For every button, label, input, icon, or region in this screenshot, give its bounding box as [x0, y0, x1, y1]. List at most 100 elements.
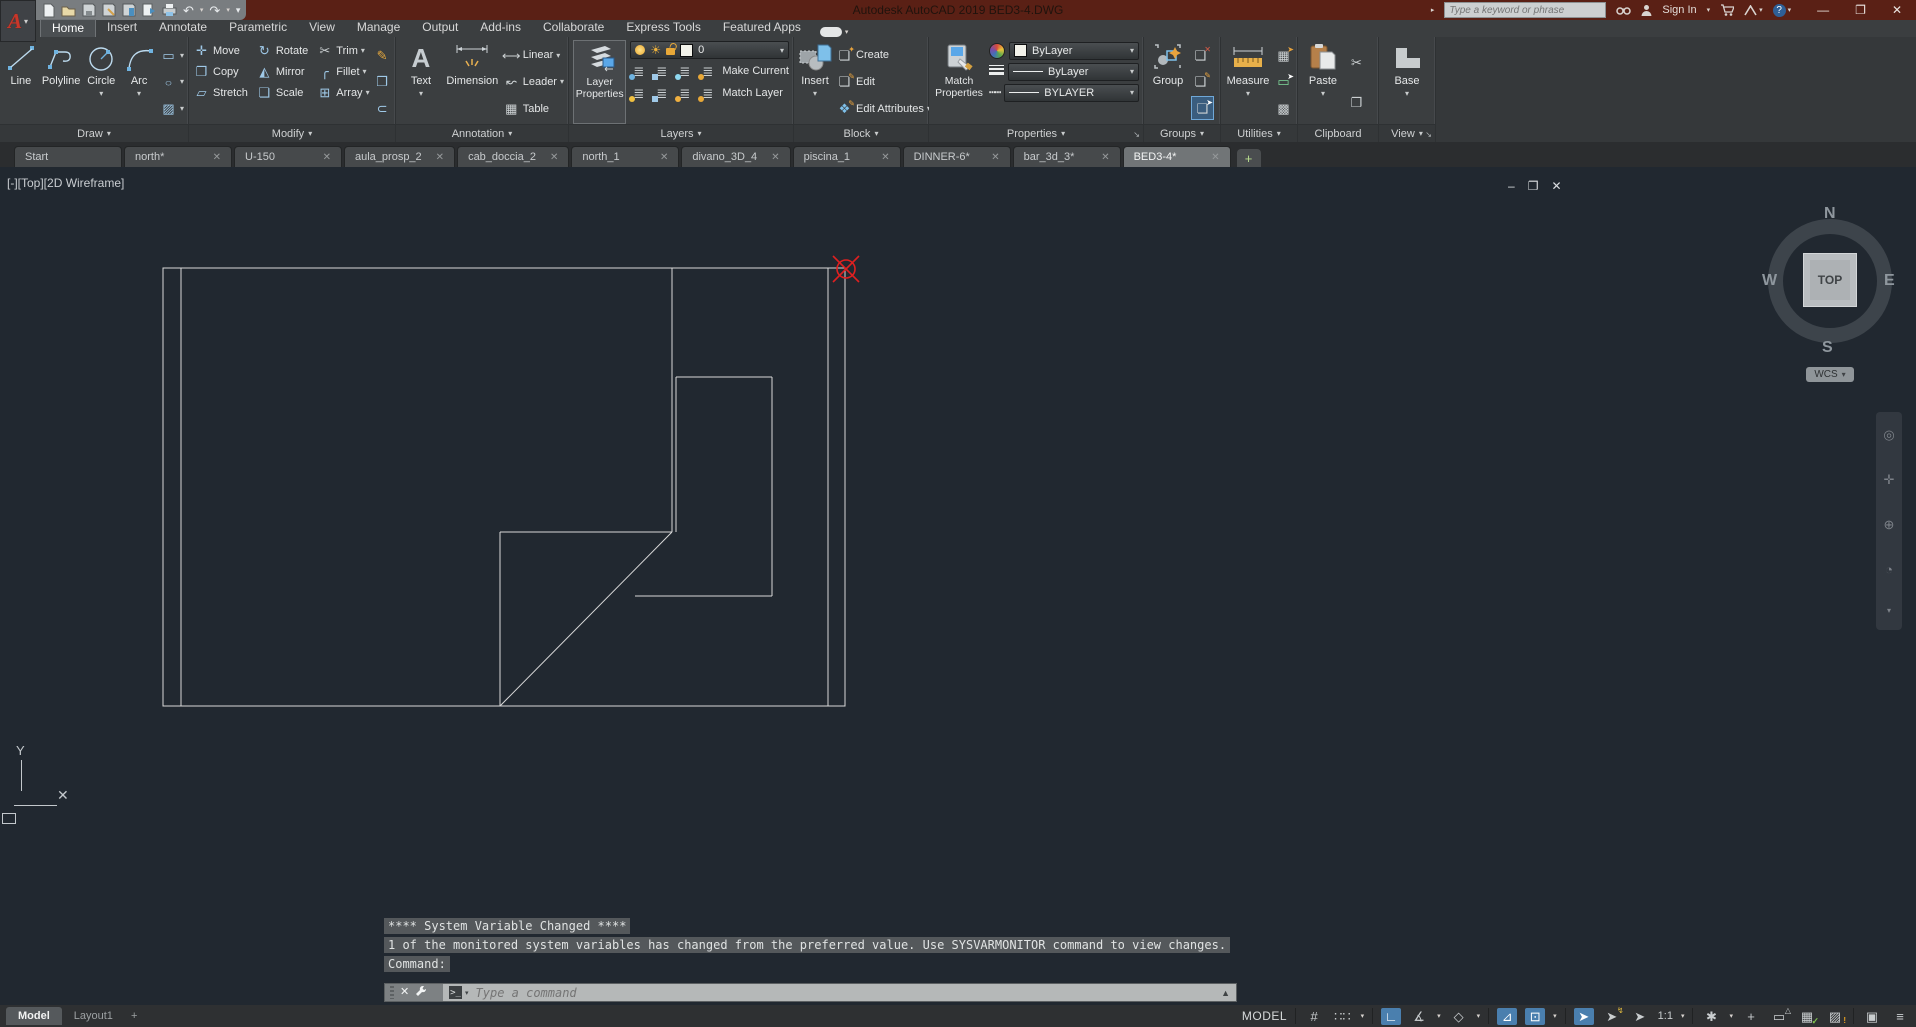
file-tab-close-icon[interactable]: ✕	[660, 152, 668, 163]
panel-label-clipboard[interactable]: Clipboard	[1298, 124, 1378, 142]
dimension-button[interactable]: Dimension	[446, 40, 499, 124]
trim-button[interactable]: ✂ Trim ▾	[316, 41, 369, 61]
window-minimize-button[interactable]: —	[1817, 3, 1829, 17]
panel-label-draw[interactable]: Draw ▾	[0, 124, 188, 142]
navigation-bar[interactable]: ◎ ✛ ⊕ ◔ ▾	[1876, 412, 1902, 630]
plot-icon[interactable]	[162, 3, 177, 18]
rotate-button[interactable]: ↻ Rotate	[256, 41, 308, 61]
layer-color-swatch[interactable]	[680, 43, 694, 57]
quick-select-button[interactable]: ▦ ➤	[1275, 45, 1294, 65]
command-close-icon[interactable]: ✕	[400, 987, 409, 998]
viewcube-east[interactable]: E	[1884, 272, 1895, 290]
command-bar-grip[interactable]: ✕	[385, 984, 443, 1001]
hardware-acceleration-toggle[interactable]: ▦	[1797, 1008, 1819, 1026]
search-binoculars-icon[interactable]	[1616, 5, 1632, 15]
object-color-dropdown[interactable]: ByLayer ▾	[1009, 41, 1139, 60]
layer-unlock-all-icon[interactable]: ≣	[698, 86, 716, 102]
pan-icon[interactable]: ✛	[1884, 472, 1895, 488]
rectangle-button[interactable]: ▭ ▾	[160, 45, 184, 65]
ribbon-display-toggle[interactable]	[819, 27, 842, 37]
customize-menu-icon[interactable]: ≡	[1890, 1008, 1910, 1025]
undo-icon[interactable]: ↶	[183, 4, 194, 17]
ortho-toggle[interactable]: ∟	[1381, 1007, 1402, 1025]
viewport-close-button[interactable]: ✕	[1551, 179, 1561, 193]
fillet-button[interactable]: ╭ Fillet ▾	[316, 62, 369, 82]
customize-wrench-icon[interactable]	[415, 985, 427, 1000]
circle-button[interactable]: Circle ▾	[84, 40, 118, 124]
viewport-minimize-button[interactable]: –	[1508, 179, 1515, 193]
autodesk-share-icon[interactable]: ▾	[1744, 4, 1763, 16]
ribbon-tab-parametric[interactable]: Parametric	[218, 19, 298, 37]
isodraft-dropdown-icon[interactable]: ▾	[1477, 1012, 1481, 1020]
file-tab-close-icon[interactable]: ✕	[1211, 152, 1219, 163]
object-snap-tracking-toggle[interactable]: ⊿	[1497, 1007, 1518, 1025]
base-dropdown-icon[interactable]: ▾	[1405, 89, 1409, 98]
panel-label-properties[interactable]: Properties ▾	[929, 124, 1143, 142]
view-dialog-launcher[interactable]: ↘	[1425, 130, 1432, 139]
model-space-button[interactable]: MODEL	[1242, 1009, 1287, 1023]
layer-on-icon[interactable]	[635, 45, 646, 55]
ribbon-tab-collaborate[interactable]: Collaborate	[532, 19, 615, 37]
ribbon-display-dropdown-icon[interactable]: ▾	[845, 28, 849, 36]
command-input[interactable]	[473, 984, 1222, 1001]
model-tab[interactable]: Model	[6, 1007, 62, 1025]
zoom-extents-icon[interactable]: ⊕	[1884, 517, 1895, 533]
snap-dropdown-icon[interactable]: ▾	[1361, 1012, 1365, 1020]
graphics-performance-icon[interactable]: ▨	[1825, 1008, 1846, 1025]
file-tab-close-icon[interactable]: ✕	[213, 152, 221, 163]
copy-clip-button[interactable]: ❐	[1348, 92, 1365, 112]
group-button[interactable]: Group	[1148, 40, 1188, 124]
command-history-toggle-icon[interactable]: ▲	[1221, 988, 1236, 998]
window-close-button[interactable]: ✕	[1892, 3, 1902, 17]
ribbon-tab-annotate[interactable]: Annotate	[148, 19, 218, 37]
save-to-web-icon[interactable]	[142, 3, 156, 18]
layer-properties-button[interactable]: Layer Properties	[573, 40, 627, 124]
ribbon-tab-view[interactable]: View	[298, 19, 346, 37]
quick-calculator-button[interactable]: ▩	[1275, 99, 1292, 119]
ribbon-tab-add-ins[interactable]: Add-ins	[469, 19, 532, 37]
object-snap-toggle[interactable]: ⊡	[1525, 1007, 1546, 1025]
offset-button[interactable]: ⊂	[374, 99, 391, 119]
polar-tracking-toggle[interactable]: ∡	[1409, 1008, 1429, 1025]
workspace-dropdown-icon[interactable]: ▾	[1729, 1012, 1733, 1020]
file-tab[interactable]: BED3-4* ✕	[1122, 146, 1231, 167]
file-tab-close-icon[interactable]: ✕	[550, 152, 558, 163]
grid-toggle[interactable]: #	[1304, 1008, 1324, 1025]
wcs-menu[interactable]: WCS ▾	[1806, 367, 1854, 382]
measure-button[interactable]: Measure ▾	[1225, 40, 1271, 124]
new-layout-button[interactable]: +	[125, 1007, 143, 1025]
panel-label-utilities[interactable]: Utilities ▾	[1221, 124, 1297, 142]
linetype-dropdown[interactable]: BYLAYER ▾	[1004, 83, 1139, 102]
move-button[interactable]: ✛ Move	[193, 41, 248, 61]
file-tab[interactable]: DINNER-6* ✕	[902, 146, 1011, 167]
hatch-button[interactable]: ▨ ▾	[160, 99, 184, 119]
file-tab-close-icon[interactable]: ✕	[323, 152, 331, 163]
copy-button[interactable]: ❐ Copy	[193, 62, 248, 82]
scale-dropdown-icon[interactable]: ▾	[1681, 1012, 1685, 1020]
viewcube-top-face[interactable]: TOP	[1803, 253, 1857, 307]
paste-dropdown-icon[interactable]: ▾	[1321, 89, 1325, 98]
file-tab[interactable]: bar_3d_3* ✕	[1012, 146, 1121, 167]
stretch-button[interactable]: ▱ Stretch	[193, 83, 248, 103]
snap-toggle[interactable]: ∷∷	[1332, 1008, 1353, 1025]
file-tab[interactable]: north_1 ✕	[571, 146, 680, 167]
insert-button[interactable]: Insert ▾	[798, 40, 832, 124]
new-drawing-tab-button[interactable]: +	[1236, 149, 1261, 167]
layer-lock-icon[interactable]: ≣	[698, 64, 716, 80]
annotation-monitor-toggle[interactable]: +	[1741, 1008, 1761, 1025]
layer-unisolate-icon[interactable]: ≣	[652, 86, 670, 102]
annotation-autoscale-toggle[interactable]: ➤ ↯	[1602, 1006, 1623, 1025]
ribbon-tab-manage[interactable]: Manage	[346, 19, 411, 37]
navbar-more-icon[interactable]: ▾	[1887, 606, 1891, 615]
undo-dropdown-icon[interactable]: ▾	[200, 6, 204, 14]
arc-button[interactable]: Arc ▾	[122, 40, 156, 124]
viewport-restore-button[interactable]: ❐	[1528, 179, 1539, 193]
file-tab-close-icon[interactable]: ✕	[881, 152, 889, 163]
make-current-button[interactable]: Make Current	[722, 65, 789, 77]
table-button[interactable]: ▦ Table	[503, 99, 564, 119]
file-tab[interactable]: aula_prosp_2 ✕	[344, 146, 456, 167]
annotation-scale-value[interactable]: 1:1	[1658, 1010, 1673, 1022]
layer-thaw-icon[interactable]: ☀	[650, 44, 661, 56]
help-icon[interactable]: ? ▾	[1772, 3, 1791, 17]
layer-select-dropdown[interactable]: ☀ 0 ▾	[630, 41, 789, 59]
